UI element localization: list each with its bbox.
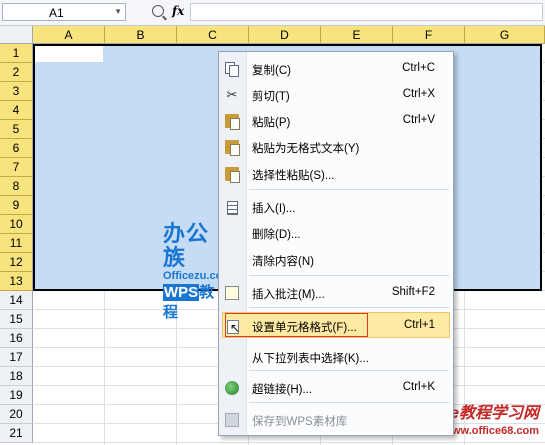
row-header-15[interactable]: 15 [0,310,33,329]
menu-item-label: 剪切(T) [252,91,290,103]
row-header-17[interactable]: 17 [0,348,33,367]
menu-item-shortcut: Ctrl+K [402,381,435,393]
chevron-down-icon[interactable]: ▼ [114,7,122,16]
row-header-8[interactable]: 8 [0,177,33,196]
row-header-12[interactable]: 12 [0,253,33,272]
menu-item-4[interactable]: 选择性粘贴(S)... [219,162,453,186]
menu-item-label: 插入(I)... [252,203,296,215]
row-header-5[interactable]: 5 [0,120,33,139]
row-header-20[interactable]: 20 [0,405,33,424]
paste-text-icon [225,140,240,156]
column-headers: ABCDEFG [0,26,545,44]
menu-item-11[interactable]: 超链接(H)... Ctrl+K [219,376,453,400]
hyperlink-icon [225,381,239,395]
menu-item-label: 粘贴为无格式文本(Y) [252,143,360,155]
menu-item-label: 粘贴(P) [252,117,291,129]
row-header-19[interactable]: 19 [0,386,33,405]
copy-icon [225,62,239,77]
active-cell[interactable] [35,46,103,62]
row-header-14[interactable]: 14 [0,291,33,310]
menu-item-7[interactable]: 清除内容(N) [219,248,453,272]
formula-input[interactable] [190,3,543,21]
menu-item-label: 选择性粘贴(S)... [252,170,335,182]
menu-item-5[interactable]: 插入(I)... [219,195,453,219]
menu-item-label: 删除(D)... [252,229,301,241]
menu-item-shortcut: Ctrl+V [402,114,435,126]
row-header-7[interactable]: 7 [0,158,33,177]
menu-item-label: 插入批注(M)... [252,289,325,301]
select-all-corner[interactable] [0,26,33,44]
menu-item-label: 复制(C) [252,65,291,77]
row-header-2[interactable]: 2 [0,63,33,82]
menu-item-1[interactable]: ✂ 剪切(T) Ctrl+X [219,83,453,107]
menu-item-label: 设置单元格格式(F)... [252,322,357,334]
paste-icon [225,114,240,130]
comment-icon [225,286,239,300]
cell-reference: A1 [49,6,64,20]
menu-item-label: 保存到WPS素材库 [252,416,348,428]
menu-item-shortcut: Ctrl+X [402,88,435,100]
format-cells-icon [225,319,240,335]
context-menu: 复制(C) Ctrl+C ✂ 剪切(T) Ctrl+X 粘贴(P) Ctrl+V 粘贴为无格式… [218,51,454,436]
menu-item-2[interactable]: 粘贴(P) Ctrl+V [219,109,453,133]
column-header-c[interactable]: C [177,26,249,44]
menu-item-3[interactable]: 粘贴为无格式文本(Y) [219,135,453,159]
row-header-18[interactable]: 18 [0,367,33,386]
column-header-d[interactable]: D [249,26,321,44]
menu-item-label: 超链接(H)... [252,384,313,396]
menu-separator [249,307,449,308]
menu-separator [249,275,449,276]
menu-item-12: 保存到WPS素材库 [219,408,453,432]
row-header-9[interactable]: 9 [0,196,33,215]
insert-icon [225,200,239,215]
menu-item-shortcut: Ctrl+C [402,62,435,74]
row-header-3[interactable]: 3 [0,82,33,101]
save-library-icon [225,413,239,427]
menu-item-shortcut: Shift+F2 [391,286,435,298]
column-header-f[interactable]: F [393,26,465,44]
menu-item-10[interactable]: 从下拉列表中选择(K)... [219,345,453,369]
menu-item-8[interactable]: 插入批注(M)... Shift+F2 [219,281,453,305]
row-header-4[interactable]: 4 [0,101,33,120]
menu-separator [249,370,449,371]
row-header-16[interactable]: 16 [0,329,33,348]
menu-item-shortcut: Ctrl+1 [404,319,435,331]
menu-item-label: 清除内容(N) [252,256,314,268]
menu-item-0[interactable]: 复制(C) Ctrl+C [219,57,453,81]
column-header-b[interactable]: B [105,26,177,44]
row-header-10[interactable]: 10 [0,215,33,234]
menu-item-6[interactable]: 删除(D)... [219,221,453,245]
menu-item-9[interactable]: 设置单元格格式(F)... Ctrl+1 [219,314,453,338]
menu-separator [249,189,449,190]
paste-special-icon [225,167,240,183]
formula-bar: A1 ▼ fx [0,0,545,26]
column-header-a[interactable]: A [33,26,105,44]
row-header-11[interactable]: 11 [0,234,33,253]
name-box[interactable]: A1 ▼ [2,3,126,21]
zoom-icon[interactable] [152,5,164,17]
row-header-6[interactable]: 6 [0,139,33,158]
scissors-icon: ✂ [226,87,238,102]
column-header-g[interactable]: G [465,26,545,44]
row-header-13[interactable]: 13 [0,272,33,291]
menu-item-label: 从下拉列表中选择(K)... [252,353,369,365]
menu-separator [249,402,449,403]
row-header-1[interactable]: 1 [0,44,33,63]
fx-icon[interactable]: fx [172,4,184,18]
row-header-21[interactable]: 21 [0,424,33,443]
column-header-e[interactable]: E [321,26,393,44]
